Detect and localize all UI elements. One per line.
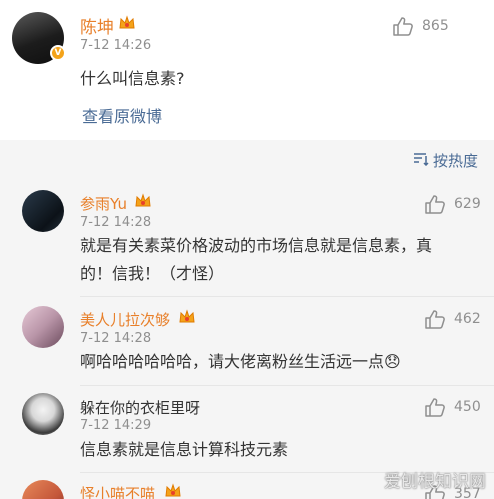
post-time: 7-12 14:26: [80, 38, 152, 53]
comment-time: 7-12 14:28: [80, 331, 152, 346]
thumbs-up-icon: [425, 310, 445, 329]
view-original-link[interactable]: 查看原微博: [82, 103, 162, 127]
commenter-avatar[interactable]: [22, 393, 64, 435]
comment-like-count: 462: [454, 311, 481, 327]
comment-text-line: 的！信我！（才怪）: [80, 264, 225, 283]
comment-like-count: 629: [454, 196, 481, 212]
post-text: 什么叫信息素?: [80, 69, 185, 88]
crown-badge-icon: [119, 15, 135, 29]
thumbs-up-icon: [393, 17, 413, 36]
comment-text: 就是有关素菜价格波动的市场信息就是信息素，真 的！信我！（才怪）: [80, 232, 460, 288]
commenter-name[interactable]: 怪小喵不喵: [80, 483, 155, 499]
thumbs-up-icon: [425, 195, 445, 214]
verified-badge-icon: V: [50, 45, 66, 61]
commenter-name[interactable]: 参雨Yu: [80, 193, 127, 214]
comment-time: 7-12 14:29: [80, 418, 152, 433]
crown-badge-icon: [135, 193, 151, 207]
commenter-name[interactable]: 躲在你的衣柜里呀: [80, 397, 200, 418]
comment-time: 7-12 14:28: [80, 215, 152, 230]
post-like-count: 865: [422, 18, 449, 34]
sort-by-popularity-button[interactable]: 按热度: [413, 150, 478, 171]
comment-text: 啊哈哈哈哈哈哈，请大佬离粉丝生活远一点😞: [80, 352, 401, 371]
divider: [80, 385, 494, 386]
comment-like-count: 450: [454, 399, 481, 415]
watermark: 爱刨根知识网: [384, 472, 486, 492]
post-author-name[interactable]: 陈坤: [80, 13, 114, 38]
comment-text: 信息素就是信息计算科技元素: [80, 440, 289, 459]
sort-label: 按热度: [432, 152, 478, 170]
commenter-avatar[interactable]: [22, 306, 64, 348]
commenter-name[interactable]: 美人儿拉次够: [80, 309, 170, 330]
comment-text-line: 就是有关素菜价格波动的市场信息就是信息素，真: [80, 236, 433, 255]
sort-icon: [413, 153, 429, 166]
crown-badge-icon: [165, 483, 181, 497]
divider: [80, 296, 494, 297]
commenter-avatar[interactable]: [22, 190, 64, 232]
original-post: V 陈坤 7-12 14:26 865 什么叫信息素? 查看原微博: [0, 0, 494, 140]
crown-badge-icon: [179, 309, 195, 323]
thumbs-up-icon: [425, 398, 445, 417]
